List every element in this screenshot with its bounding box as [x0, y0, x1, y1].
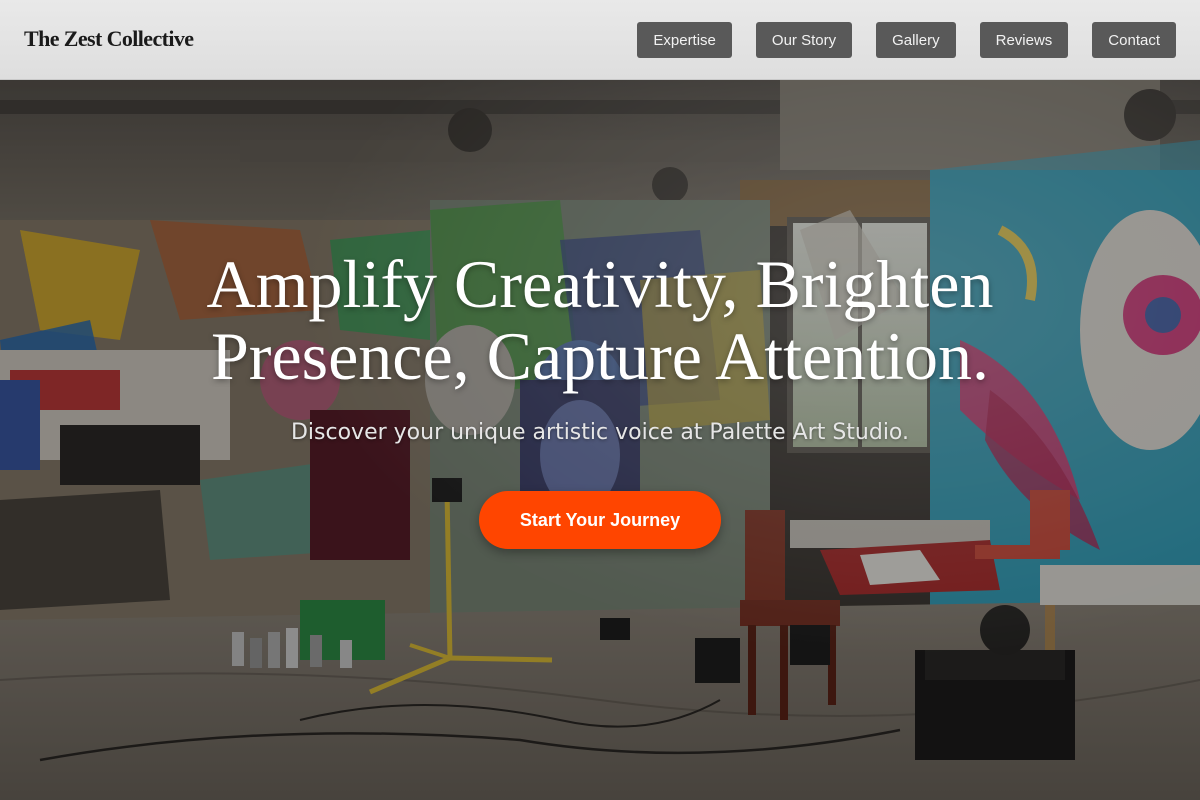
main-nav: Expertise Our Story Gallery Reviews Cont…: [637, 22, 1176, 58]
nav-gallery-button[interactable]: Gallery: [876, 22, 956, 58]
hero-section: Amplify Creativity, Brighten Presence, C…: [0, 80, 1200, 800]
brand-logo[interactable]: The Zest Collective: [24, 26, 194, 52]
nav-expertise-button[interactable]: Expertise: [637, 22, 732, 58]
hero-subtitle: Discover your unique artistic voice at P…: [290, 420, 909, 445]
landing-page: The Zest Collective Expertise Our Story …: [0, 0, 1200, 800]
nav-reviews-button[interactable]: Reviews: [979, 22, 1069, 58]
hero-title: Amplify Creativity, Brighten Presence, C…: [206, 246, 994, 394]
nav-our-story-button[interactable]: Our Story: [755, 22, 853, 58]
start-journey-button[interactable]: Start Your Journey: [479, 491, 721, 549]
nav-contact-button[interactable]: Contact: [1092, 22, 1176, 58]
hero-content: Amplify Creativity, Brighten Presence, C…: [0, 80, 1200, 800]
site-header: The Zest Collective Expertise Our Story …: [0, 0, 1200, 80]
